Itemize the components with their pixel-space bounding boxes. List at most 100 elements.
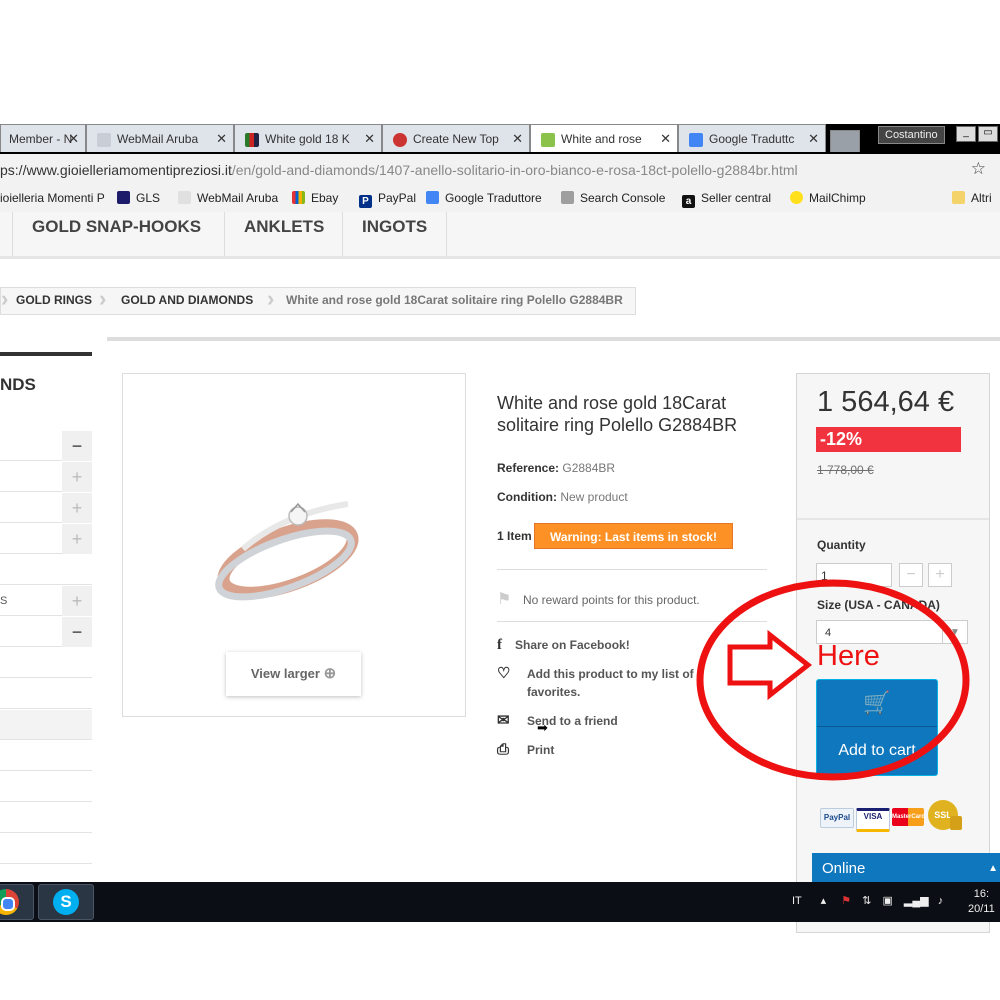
product-title: White and rose gold 18Carat solitaire ri… <box>497 393 738 435</box>
nav-item-ingots[interactable]: INGOTS <box>342 212 448 256</box>
browser-tab[interactable]: WebMail Aruba ✕ <box>86 124 234 152</box>
bookmark-item[interactable]: Search Console <box>561 191 665 205</box>
category-item[interactable]: + <box>0 493 92 523</box>
chevron-up-icon: ▲ <box>988 863 998 874</box>
bookmark-item[interactable]: a Seller central <box>682 191 771 208</box>
shop-icon <box>541 132 555 147</box>
old-price: 1 778,00 € <box>817 463 874 477</box>
bookmark-item[interactable]: GLS <box>117 191 160 205</box>
google-translate-icon <box>689 132 703 147</box>
category-item[interactable]: − <box>0 617 92 647</box>
skype-taskbar-button[interactable]: S <box>38 884 94 920</box>
bookmark-item[interactable]: MailChimp <box>790 191 866 205</box>
clock[interactable]: 16: 20/11 <box>968 887 995 917</box>
bookmark-item[interactable]: ioielleria Momenti P <box>0 191 105 205</box>
breadcrumb-separator-icon: › <box>1 286 9 311</box>
close-icon[interactable]: ✕ <box>68 125 79 152</box>
expand-icon[interactable]: + <box>62 493 92 523</box>
category-item[interactable]: + <box>0 524 92 554</box>
bookmark-item[interactable]: P PayPal <box>359 191 416 208</box>
nav-item-anklets[interactable]: ANKLETS <box>224 212 343 256</box>
google-translate-icon <box>426 191 439 204</box>
annotation-text: Here <box>817 640 880 672</box>
close-icon[interactable]: ✕ <box>512 125 523 152</box>
bookmarks-bar: ioielleria Momenti P GLS WebMail Aruba E… <box>0 186 1000 213</box>
bookmark-label: MailChimp <box>809 191 866 205</box>
breadcrumb-gold-rings[interactable]: GOLD RINGS <box>16 288 92 314</box>
view-larger-button[interactable]: View larger ⊕ <box>226 652 361 696</box>
browser-tab[interactable]: White gold 18 K ✕ <box>234 124 382 152</box>
share-facebook-link[interactable]: f Share on Facebook! <box>497 637 630 654</box>
bookmark-star-icon[interactable]: ☆ <box>971 159 986 179</box>
browser-tab[interactable]: Member - N ✕ <box>0 124 86 152</box>
expand-icon[interactable]: + <box>62 586 92 616</box>
print-link[interactable]: ⎙ Print <box>497 741 554 758</box>
maximize-icon[interactable]: ▭ <box>978 126 998 142</box>
close-icon[interactable]: ✕ <box>660 125 671 152</box>
bookmark-label: Altri <box>971 191 992 205</box>
mouse-cursor-icon: ➡ <box>537 720 548 735</box>
ebay-icon <box>292 191 305 204</box>
address-bar[interactable]: ps://www.gioielleriamomentipreziosi.it/e… <box>0 154 1000 187</box>
category-item[interactable] <box>0 772 92 802</box>
system-tray: IT ▴ ⚑ ⇅ ▣ ▂▄▆ ♪ <box>792 894 943 907</box>
signal-icon[interactable]: ▂▄▆ <box>904 895 929 907</box>
nav-item-gold-snap-hooks[interactable]: GOLD SNAP-HOOKS <box>12 212 220 256</box>
new-tab-button[interactable] <box>830 130 860 152</box>
expand-icon[interactable]: + <box>62 462 92 492</box>
minimize-icon[interactable]: _ <box>956 126 976 142</box>
browser-tab-active[interactable]: White and rose ✕ <box>530 124 678 152</box>
bookmark-item[interactable]: Ebay <box>292 191 338 205</box>
category-item[interactable] <box>0 679 92 709</box>
lock-icon <box>950 816 962 830</box>
paypal-icon: P <box>359 195 372 208</box>
webmail-icon <box>97 132 111 147</box>
network-icon[interactable]: ⇅ <box>862 895 871 907</box>
bookmark-folder[interactable]: Altri <box>952 191 992 205</box>
bookmark-item[interactable]: WebMail Aruba <box>178 191 278 205</box>
chrome-taskbar-button[interactable] <box>0 884 34 920</box>
amazon-icon: a <box>682 195 695 208</box>
category-item[interactable]: − <box>0 431 92 461</box>
envelope-icon: ✉ <box>497 712 510 729</box>
mastercard-logo: MasterCard <box>892 808 925 826</box>
facebook-icon: f <box>497 637 502 653</box>
show-hidden-icons-icon[interactable]: ▴ <box>821 895 827 907</box>
category-item[interactable]: + <box>0 462 92 492</box>
close-icon[interactable]: ✕ <box>216 125 227 152</box>
language-indicator[interactable]: IT <box>792 895 802 907</box>
category-item[interactable] <box>0 648 92 678</box>
browser-tab[interactable]: Google Traduttc ✕ <box>678 124 826 152</box>
online-label: Online <box>822 860 866 877</box>
collapse-icon[interactable]: − <box>62 617 92 647</box>
bookmark-label: GLS <box>136 191 161 205</box>
bookmark-label: PayPal <box>378 191 417 205</box>
action-center-icon[interactable]: ⚑ <box>841 895 851 907</box>
browser-tab[interactable]: Create New Top ✕ <box>382 124 530 152</box>
profile-badge[interactable]: Costantino <box>878 126 945 144</box>
send-to-friend-link[interactable]: ✉ Send to a friend <box>497 711 618 729</box>
category-item[interactable] <box>0 834 92 864</box>
security-icon[interactable]: ▣ <box>882 895 892 907</box>
category-item[interactable] <box>0 741 92 771</box>
bookmark-label: Ebay <box>311 191 339 205</box>
bookmark-label: ioielleria Momenti P <box>0 191 105 205</box>
category-item-selected[interactable] <box>0 710 92 740</box>
online-chat-bar[interactable]: Online ▲ <box>812 853 1000 883</box>
close-icon[interactable]: ✕ <box>808 125 819 152</box>
volume-icon[interactable]: ♪ <box>938 895 944 907</box>
condition-line: Condition: New product <box>497 490 628 504</box>
collapse-icon[interactable]: − <box>62 431 92 461</box>
category-item[interactable] <box>0 803 92 833</box>
bookmark-item[interactable]: Google Traduttore <box>426 191 542 205</box>
category-item[interactable] <box>0 555 92 585</box>
print-label: Print <box>527 743 555 757</box>
category-item[interactable]: S + <box>0 586 92 616</box>
close-icon[interactable]: ✕ <box>364 125 375 152</box>
expand-icon[interactable]: + <box>62 524 92 554</box>
folder-icon <box>952 191 965 204</box>
tab-label: Member - N <box>9 132 73 146</box>
breadcrumb-gold-and-diamonds[interactable]: GOLD AND DIAMONDS <box>121 288 253 314</box>
url-text[interactable]: ps://www.gioielleriamomentipreziosi.it/e… <box>0 162 798 178</box>
annotation-overlay <box>696 579 970 781</box>
